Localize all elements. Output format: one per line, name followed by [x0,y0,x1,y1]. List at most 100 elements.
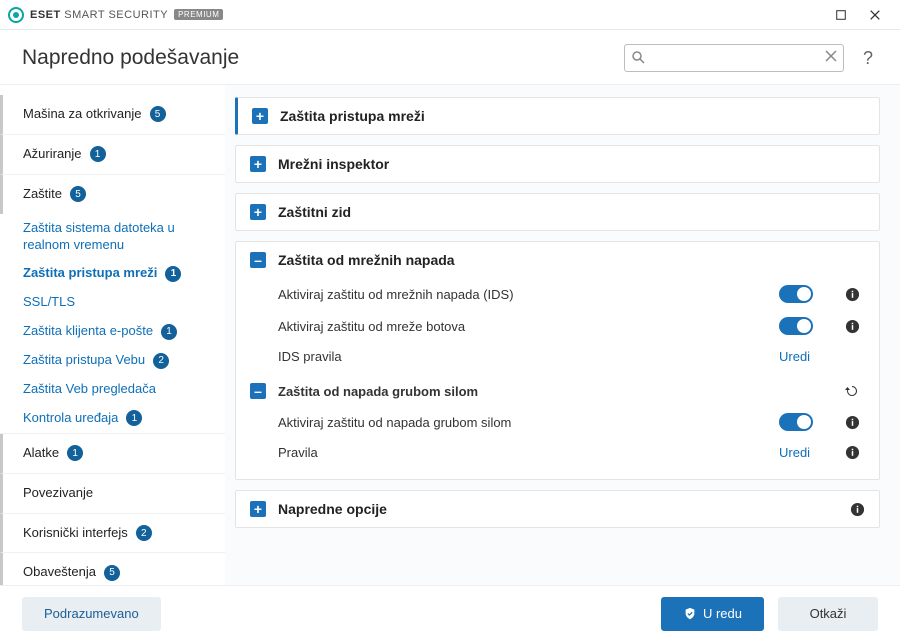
setting-row-brute-force-rules: Pravila Uredi [250,438,865,467]
sidebar-badge: 5 [150,106,166,122]
panel-header[interactable]: + Mrežni inspektor [236,146,879,182]
sidebar-item-update[interactable]: Ažuriranje 1 [0,135,225,175]
sidebar-item-label: Povezivanje [23,485,93,502]
toggle-enable-botnet[interactable] [779,317,813,335]
sidebar-badge: 1 [90,146,106,162]
sidebar-item-label: Zaštita sistema datoteka u realnom vreme… [23,220,213,254]
eset-logo-icon [8,7,24,23]
sidebar-badge: 5 [70,186,86,202]
info-button[interactable] [850,502,865,517]
sidebar-sub-browser-protect[interactable]: Zaštita Veb pregledača [0,375,225,404]
sidebar-badge: 1 [161,324,177,340]
sidebar-item-protections[interactable]: Zaštite 5 [0,175,225,214]
shield-icon [683,607,697,621]
sidebar-item-notifications[interactable]: Obaveštenja 5 [0,553,225,585]
sidebar-item-label: SSL/TLS [23,294,75,311]
brand-product: SMART SECURITY [64,9,168,21]
edit-link[interactable]: Uredi [779,349,810,364]
window-maximize-button[interactable] [824,2,858,28]
button-label: U redu [703,606,742,621]
expand-icon: + [250,204,266,220]
setting-row-enable-botnet: Aktiviraj zaštitu od mreže botova [250,310,865,342]
sidebar-sub-network-access[interactable]: Zaštita pristupa mreži 1 [0,259,225,288]
info-button[interactable] [845,445,860,460]
button-label: Otkaži [810,606,847,621]
edit-link[interactable]: Uredi [779,445,810,460]
sidebar-item-ui[interactable]: Korisnički interfejs 2 [0,514,225,554]
sidebar-sub-ssl-tls[interactable]: SSL/TLS [0,288,225,317]
sidebar-badge: 5 [104,565,120,581]
sidebar-item-label: Mašina za otkrivanje [23,106,142,123]
collapse-icon: – [250,252,266,268]
expand-icon: + [250,156,266,172]
sidebar-item-tools[interactable]: Alatke 1 [0,434,225,474]
window-close-button[interactable] [858,2,892,28]
sidebar-sub-web-access[interactable]: Zaštita pristupa Vebu 2 [0,346,225,375]
expand-icon: + [252,108,268,124]
sidebar-item-label: Zaštita klijenta e-pošte [23,323,153,340]
panel-firewall: + Zaštitni zid [235,193,880,231]
toggle-enable-brute-force[interactable] [779,413,813,431]
sidebar-sub-device-control[interactable]: Kontrola uređaja 1 [0,404,225,433]
panel-title: Zaštitni zid [278,204,853,220]
panel-network-access-protection: + Zaštita pristupa mreži [235,97,880,135]
setting-row-enable-ids: Aktiviraj zaštitu od mrežnih napada (IDS… [250,278,865,310]
panel-header[interactable]: + Napredne opcije [236,491,879,527]
panel-advanced-options: + Napredne opcije [235,490,880,528]
sidebar-item-label: Obaveštenja [23,564,96,581]
sidebar-item-label: Zaštita pristupa Vebu [23,352,145,369]
info-icon [845,445,860,460]
page-header: Napredno podešavanje ? [0,30,900,85]
setting-label: Pravila [278,445,779,460]
default-button[interactable]: Podrazumevano [22,597,161,631]
brand: ESET SMART SECURITY PREMIUM [8,7,223,23]
sidebar-sub-email-client[interactable]: Zaštita klijenta e-pošte 1 [0,317,225,346]
expand-icon: + [250,501,266,517]
sidebar-sub-realtime-fs[interactable]: Zaštita sistema datoteka u realnom vreme… [0,214,225,260]
footer: Podrazumevano U redu Otkaži [0,585,900,641]
sidebar-item-connectivity[interactable]: Povezivanje [0,474,225,514]
info-button[interactable] [845,287,860,302]
sidebar-item-label: Alatke [23,445,59,462]
panel-title: Zaštita od mrežnih napada [278,252,853,268]
reset-button[interactable] [844,383,860,399]
content-area: + Zaštita pristupa mreži + Mrežni inspek… [225,85,900,585]
info-icon [845,415,860,430]
sidebar-badge: 1 [165,266,181,282]
info-icon [845,319,860,334]
sidebar-item-detection-engine[interactable]: Mašina za otkrivanje 5 [0,95,225,135]
info-icon [845,287,860,302]
sidebar-item-label: Zaštita Veb pregledača [23,381,156,398]
search-icon [631,50,645,64]
collapse-icon: – [250,383,266,399]
setting-label: IDS pravila [278,349,779,364]
sidebar-item-label: Zaštite [23,186,62,203]
sidebar-badge: 1 [126,410,142,426]
setting-row-ids-rules: IDS pravila Uredi [250,342,865,371]
reset-icon [844,383,860,399]
panel-header[interactable]: + Zaštitni zid [236,194,879,230]
sidebar-badge: 2 [153,353,169,369]
panel-header[interactable]: + Zaštita pristupa mreži [238,98,879,134]
close-icon [869,9,881,21]
page-title: Napredno podešavanje [22,46,610,70]
search-clear-button[interactable] [824,49,838,63]
panel-title: Mrežni inspektor [278,156,853,172]
panel-network-inspector: + Mrežni inspektor [235,145,880,183]
subsection-brute-force[interactable]: – Zaštita od napada grubom silom [250,371,865,406]
panel-header[interactable]: – Zaštita od mrežnih napada [236,242,879,278]
setting-label: Aktiviraj zaštitu od mreže botova [278,319,779,334]
setting-row-enable-brute-force: Aktiviraj zaštitu od napada grubom silom [250,406,865,438]
panel-network-attack-protection: – Zaštita od mrežnih napada Aktiviraj za… [235,241,880,480]
cancel-button[interactable]: Otkaži [778,597,878,631]
info-button[interactable] [845,415,860,430]
toggle-enable-ids[interactable] [779,285,813,303]
sidebar-item-label: Zaštita pristupa mreži [23,265,157,282]
brand-eset: ESET [30,9,61,21]
help-button[interactable]: ? [858,48,878,69]
search-input[interactable] [624,44,844,72]
info-button[interactable] [845,319,860,334]
panel-body: Aktiviraj zaštitu od mrežnih napada (IDS… [236,278,879,479]
ok-button[interactable]: U redu [661,597,764,631]
sidebar: Mašina za otkrivanje 5 Ažuriranje 1 Zašt… [0,85,225,585]
